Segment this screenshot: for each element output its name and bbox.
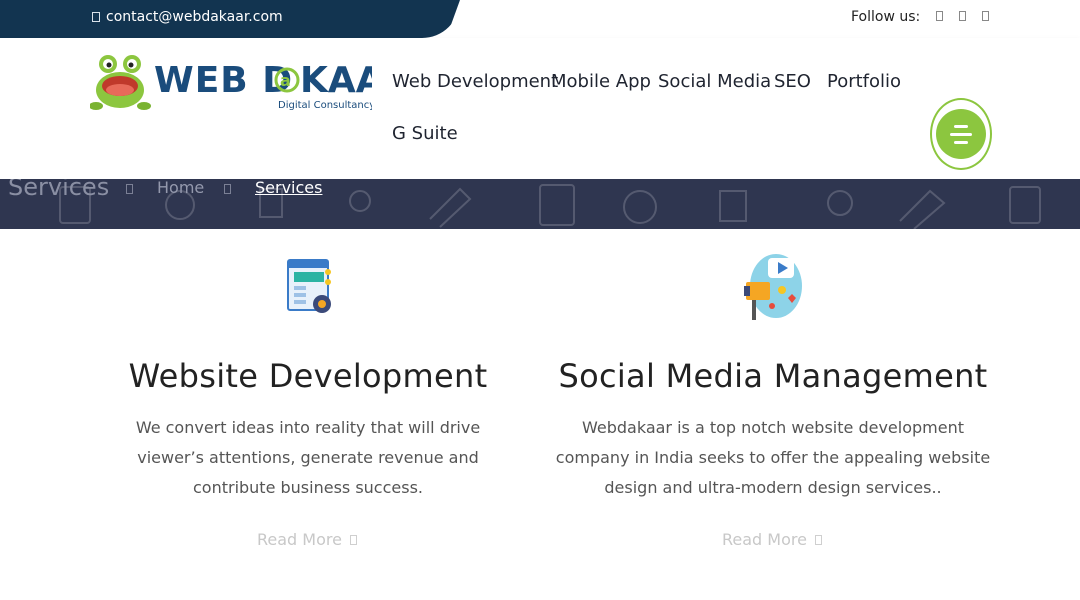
website-development-icon	[287, 259, 331, 313]
breadcrumb-banner: Services Home Services	[0, 179, 1080, 229]
nav-g-suite[interactable]: G Suite	[392, 123, 458, 144]
read-more-link[interactable]: Read More	[257, 530, 342, 549]
svg-text:Digital Consultancy: Digital Consultancy	[278, 100, 372, 111]
menu-button[interactable]	[930, 98, 992, 170]
service-card-website-development: Website Development We convert ideas int…	[108, 357, 508, 503]
site-header: WEB D a KAAR Digital Consultancy Web Dev…	[0, 38, 1080, 179]
read-more-link[interactable]: Read More	[722, 530, 807, 549]
service-title: Social Media Management	[558, 357, 988, 395]
social-media-icon	[744, 254, 802, 320]
follow-us-label: Follow us:	[851, 9, 921, 25]
linkedin-icon[interactable]	[982, 11, 989, 21]
frog-logo-icon: WEB D a KAAR Digital Consultancy	[89, 55, 411, 111]
contact-email-text: contact@webdakaar.com	[106, 9, 283, 25]
nav-seo[interactable]: SEO	[774, 71, 811, 92]
top-bar: contact@webdakaar.com Follow us:	[0, 0, 1080, 38]
svg-text:KAAR: KAAR	[300, 60, 372, 101]
page-title: Services	[8, 179, 110, 201]
svg-text:a: a	[280, 71, 291, 90]
breadcrumb-separator-icon	[224, 184, 231, 194]
nav-web-development[interactable]: Web Development	[392, 71, 558, 92]
service-description: Webdakaar is a top notch website develop…	[555, 418, 991, 497]
nav-portfolio[interactable]: Portfolio	[827, 71, 901, 92]
contact-email[interactable]: contact@webdakaar.com	[92, 9, 283, 25]
service-description: We convert ideas into reality that will …	[135, 418, 481, 497]
service-title: Website Development	[128, 357, 488, 395]
site-logo[interactable]: WEB D a KAAR Digital Consultancy	[89, 50, 411, 112]
envelope-icon	[92, 12, 100, 22]
service-card-social-media: Social Media Management Webdakaar is a t…	[552, 357, 994, 503]
svg-text:WEB D: WEB D	[154, 60, 293, 101]
breadcrumb-separator-icon	[126, 184, 133, 194]
breadcrumb-services[interactable]: Services	[255, 179, 322, 197]
arrow-right-icon	[350, 535, 357, 545]
breadcrumb-home[interactable]: Home	[157, 179, 204, 197]
facebook-icon[interactable]	[936, 11, 943, 21]
nav-mobile-app[interactable]: Mobile App	[551, 71, 651, 92]
arrow-right-icon	[815, 535, 822, 545]
nav-social-media[interactable]: Social Media	[658, 71, 771, 92]
twitter-icon[interactable]	[959, 11, 966, 21]
hamburger-icon	[936, 109, 986, 159]
